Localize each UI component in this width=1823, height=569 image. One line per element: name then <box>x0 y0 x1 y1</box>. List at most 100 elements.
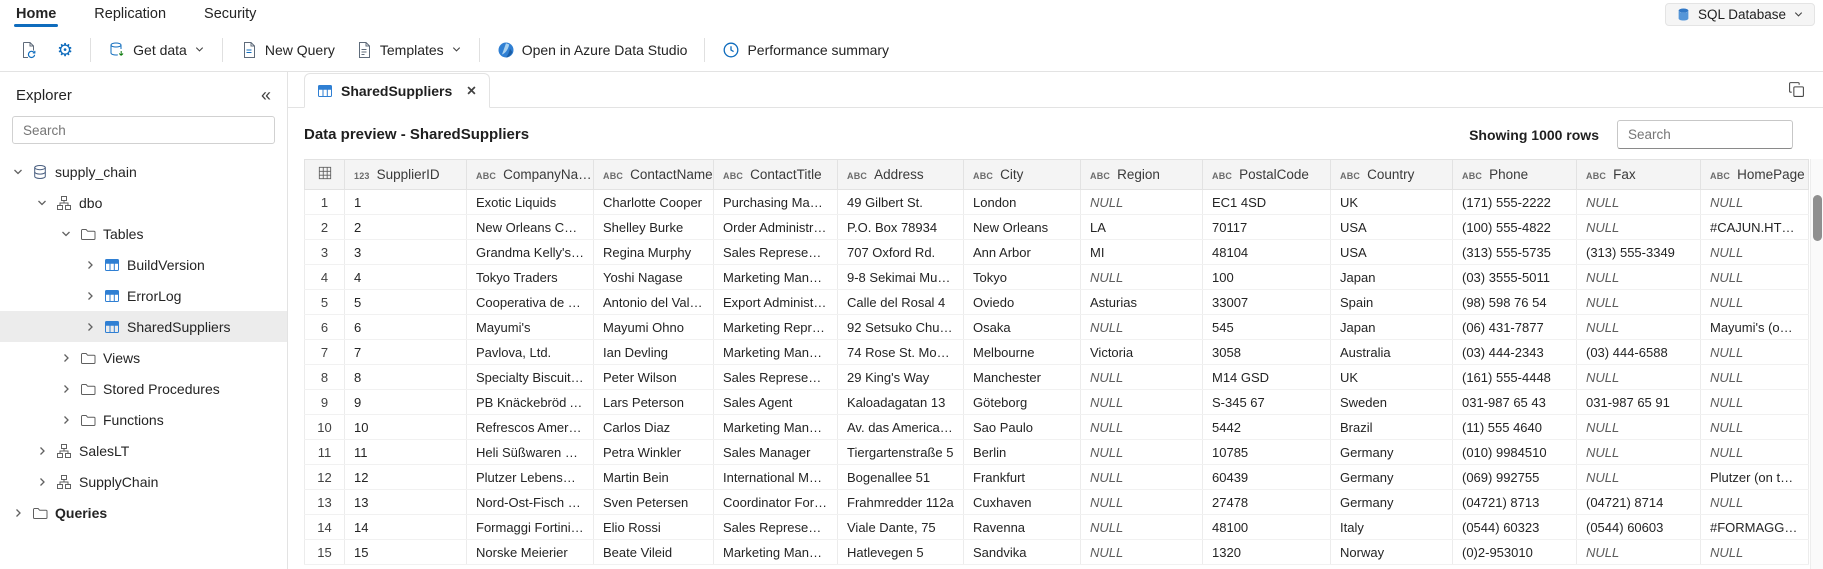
table-cell[interactable]: (98) 598 76 54 <box>1453 290 1577 315</box>
table-cell[interactable]: 92 Setsuko Chuo-… <box>838 315 964 340</box>
tree-item-views[interactable]: Views <box>0 342 287 373</box>
tree-item-supplychain[interactable]: SupplyChain <box>0 466 287 497</box>
table-cell[interactable]: NULL <box>1701 265 1809 290</box>
grid-corner-icon[interactable] <box>305 160 345 190</box>
tree-item-saleslt[interactable]: SalesLT <box>0 435 287 466</box>
close-icon[interactable]: ✕ <box>466 83 476 98</box>
table-cell[interactable]: Manchester <box>964 365 1081 390</box>
table-cell[interactable]: (069) 992755 <box>1453 465 1577 490</box>
chevron-down-icon[interactable] <box>56 228 76 240</box>
tree-item-functions[interactable]: Functions <box>0 404 287 435</box>
table-cell[interactable]: NULL <box>1577 190 1701 215</box>
sql-database-button[interactable]: SQL Database <box>1665 3 1815 26</box>
table-cell[interactable]: Osaka <box>964 315 1081 340</box>
table-cell[interactable]: Plutzer Lebensmit… <box>467 465 594 490</box>
table-cell[interactable]: 12 <box>345 465 467 490</box>
table-cell[interactable]: NULL <box>1081 440 1203 465</box>
table-cell[interactable]: Frahmredder 112a <box>838 490 964 515</box>
table-cell[interactable]: LA <box>1081 215 1203 240</box>
table-cell[interactable]: P.O. Box 78934 <box>838 215 964 240</box>
column-header-companyna[interactable]: ABCCompanyNa… <box>467 160 594 190</box>
table-cell[interactable]: Sweden <box>1331 390 1453 415</box>
table-cell[interactable]: NULL <box>1081 265 1203 290</box>
table-cell[interactable]: Carlos Diaz <box>594 415 714 440</box>
chevron-right-icon[interactable] <box>56 414 76 426</box>
table-cell[interactable]: 1 <box>345 190 467 215</box>
table-cell[interactable]: Ian Devling <box>594 340 714 365</box>
table-cell[interactable]: Victoria <box>1081 340 1203 365</box>
table-cell[interactable]: 48104 <box>1203 240 1331 265</box>
table-cell[interactable]: 60439 <box>1203 465 1331 490</box>
table-cell[interactable]: Calle del Rosal 4 <box>838 290 964 315</box>
chevron-right-icon[interactable] <box>8 507 28 519</box>
scrollbar-thumb[interactable] <box>1813 195 1822 241</box>
table-search-input[interactable] <box>1617 120 1793 149</box>
table-cell[interactable]: Marketing Manager <box>714 415 838 440</box>
table-cell[interactable]: Antonio del Valle … <box>594 290 714 315</box>
table-cell[interactable]: 031-987 65 91 <box>1577 390 1701 415</box>
table-cell[interactable]: #CAJUN.HTM# <box>1701 215 1809 240</box>
tree-item-stored-procedures[interactable]: Stored Procedures <box>0 373 287 404</box>
table-cell[interactable]: 031-987 65 43 <box>1453 390 1577 415</box>
row-number[interactable]: 5 <box>305 290 345 315</box>
table-cell[interactable]: Kaloadagatan 13 <box>838 390 964 415</box>
table-cell[interactable]: NULL <box>1081 490 1203 515</box>
table-cell[interactable]: Spain <box>1331 290 1453 315</box>
table-cell[interactable]: Ann Arbor <box>964 240 1081 265</box>
table-cell[interactable]: Frankfurt <box>964 465 1081 490</box>
table-cell[interactable]: 545 <box>1203 315 1331 340</box>
tree-item-errorlog[interactable]: ErrorLog <box>0 280 287 311</box>
table-cell[interactable]: (0)2-953010 <box>1453 540 1577 565</box>
table-cell[interactable]: 5 <box>345 290 467 315</box>
table-cell[interactable]: Marketing Manager <box>714 340 838 365</box>
table-cell[interactable]: (171) 555-2222 <box>1453 190 1577 215</box>
open-in-azure-data-studio-button[interactable]: Open in Azure Data Studio <box>488 34 697 66</box>
column-header-address[interactable]: ABCAddress <box>838 160 964 190</box>
table-cell[interactable]: 100 <box>1203 265 1331 290</box>
table-cell[interactable]: USA <box>1331 215 1453 240</box>
table-cell[interactable]: NULL <box>1081 365 1203 390</box>
table-cell[interactable]: NULL <box>1577 465 1701 490</box>
table-cell[interactable]: 707 Oxford Rd. <box>838 240 964 265</box>
table-cell[interactable]: EC1 4SD <box>1203 190 1331 215</box>
table-cell[interactable]: Plutzer (on the W… <box>1701 465 1809 490</box>
explorer-search-input[interactable] <box>12 116 275 144</box>
column-header-city[interactable]: ABCCity <box>964 160 1081 190</box>
table-cell[interactable]: 3058 <box>1203 340 1331 365</box>
table-cell[interactable]: NULL <box>1701 390 1809 415</box>
table-cell[interactable]: Yoshi Nagase <box>594 265 714 290</box>
table-cell[interactable]: NULL <box>1577 365 1701 390</box>
table-cell[interactable]: Ravenna <box>964 515 1081 540</box>
column-header-homepage[interactable]: ABCHomePage <box>1701 160 1809 190</box>
vertical-scrollbar[interactable] <box>1810 159 1823 569</box>
tree-item-queries[interactable]: Queries <box>0 497 287 528</box>
column-header-fax[interactable]: ABCFax <box>1577 160 1701 190</box>
table-cell[interactable]: (04721) 8713 <box>1453 490 1577 515</box>
tab-sharedsuppliers[interactable]: SharedSuppliers ✕ <box>304 73 490 108</box>
table-cell[interactable]: (03) 3555-5011 <box>1453 265 1577 290</box>
table-cell[interactable]: Marketing Manager <box>714 540 838 565</box>
table-cell[interactable]: Tokyo <box>964 265 1081 290</box>
table-cell[interactable]: 29 King's Way <box>838 365 964 390</box>
table-cell[interactable]: Sandvika <box>964 540 1081 565</box>
row-number[interactable]: 8 <box>305 365 345 390</box>
table-cell[interactable]: Coordinator Forei… <box>714 490 838 515</box>
table-cell[interactable]: NULL <box>1701 365 1809 390</box>
table-cell[interactable]: 7 <box>345 340 467 365</box>
table-cell[interactable]: Elio Rossi <box>594 515 714 540</box>
table-cell[interactable]: USA <box>1331 240 1453 265</box>
table-cell[interactable]: Beate Vileid <box>594 540 714 565</box>
table-cell[interactable]: NULL <box>1577 315 1701 340</box>
table-cell[interactable]: Japan <box>1331 315 1453 340</box>
table-cell[interactable]: Cooperativa de Q… <box>467 290 594 315</box>
table-cell[interactable]: NULL <box>1081 190 1203 215</box>
table-cell[interactable]: 4 <box>345 265 467 290</box>
row-number[interactable]: 9 <box>305 390 345 415</box>
get-data-button[interactable]: Get data <box>99 34 214 66</box>
chevron-down-icon[interactable] <box>32 197 52 209</box>
table-cell[interactable]: Marketing Manager <box>714 265 838 290</box>
table-cell[interactable]: Martin Bein <box>594 465 714 490</box>
collapse-sidebar-icon[interactable]: « <box>261 86 271 104</box>
table-cell[interactable]: NULL <box>1701 440 1809 465</box>
table-cell[interactable]: 1320 <box>1203 540 1331 565</box>
